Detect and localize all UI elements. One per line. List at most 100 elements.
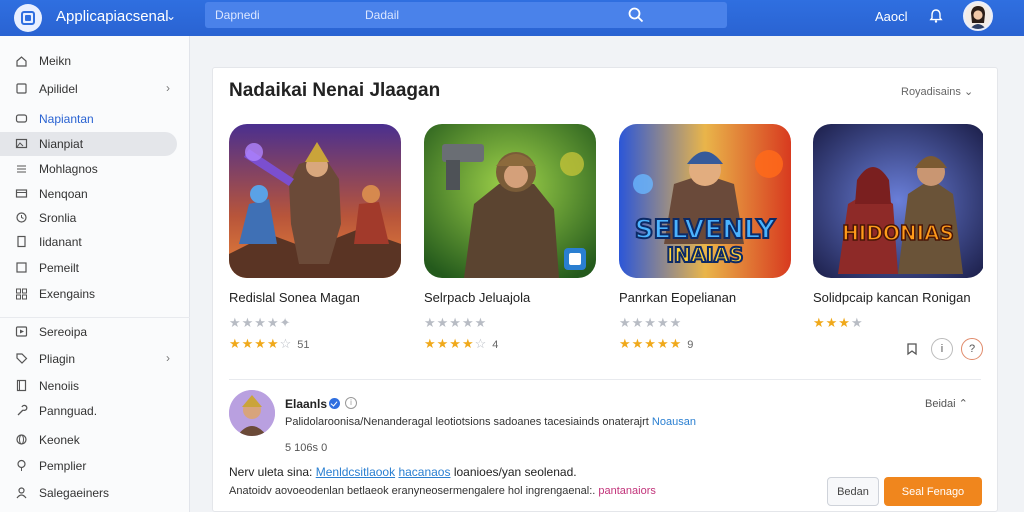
section-divider — [229, 379, 981, 380]
game-title[interactable]: Panrkan Eopelianan — [619, 290, 736, 305]
info-icon[interactable]: i — [345, 397, 357, 409]
chevron-down-icon: ⌄ — [963, 86, 974, 98]
sidebar-item[interactable]: Apilidel › — [0, 77, 190, 101]
secondary-button[interactable]: Bedan — [827, 477, 879, 506]
section-title: Nadaikai Nenai Jlaagan — [229, 80, 441, 101]
sidebar-item[interactable]: Nenqoan — [0, 182, 190, 206]
globe-icon — [16, 434, 27, 445]
chevron-right-icon[interactable]: › — [166, 81, 170, 95]
game-title[interactable]: Solidpcaip kancan Ronigan — [813, 290, 971, 305]
sidebar-item-label: Nenqoan — [39, 187, 88, 201]
search-input[interactable] — [365, 2, 665, 28]
sidebar-item-label: Pannguad. — [39, 404, 98, 418]
sidebar-item[interactable]: Pemplier — [0, 454, 190, 478]
footer-suffix: loanioes/yan seolenad. — [450, 465, 577, 479]
search-bar: Dapnedi — [205, 2, 727, 28]
footer-note-text: Anatoidv aovoeodenlan betlaeok eranyneos… — [229, 485, 599, 497]
search-icon[interactable] — [627, 6, 645, 24]
review-body: Palidolaroonisa/Nenanderagal leotiotsion… — [285, 416, 652, 428]
sidebar-item-label: Iidanant — [39, 235, 82, 249]
chevron-down-icon[interactable]: ⌄ — [166, 9, 176, 23]
footer-note: Anatoidv aovoeodenlan betlaeok eranyneos… — [229, 485, 656, 497]
pin-icon — [17, 459, 26, 471]
user-icon — [16, 487, 27, 499]
sidebar-item[interactable]: Nianpiat — [0, 132, 177, 156]
info-icon[interactable]: i — [931, 338, 953, 360]
sidebar-item-label: Napiantan — [39, 112, 94, 126]
rating-stars: ★★★★☆ 51 — [229, 336, 310, 351]
sidebar: Meikn Apilidel › Napiantan Nianpiat Mohlagnos… — [0, 36, 190, 512]
sidebar-item[interactable]: Pliagin › — [0, 347, 190, 371]
grid-icon — [16, 288, 27, 300]
footer-link[interactable]: Menldcsitlaook — [316, 465, 395, 479]
section-action-label: Royadisains — [901, 86, 961, 98]
sidebar-item[interactable]: Pannguad. — [0, 399, 190, 423]
sidebar-divider — [0, 317, 190, 318]
primary-button[interactable]: Seal Fenago — [884, 477, 982, 506]
notification-bell-icon[interactable] — [928, 8, 944, 24]
footer-note-link[interactable]: pantanaiors — [598, 485, 656, 497]
sidebar-item-label: Pliagin — [39, 352, 76, 366]
rating-count: 4 — [492, 339, 499, 351]
help-icon[interactable]: ? — [961, 338, 983, 360]
rating-stars: ★★★★☆ 4 — [424, 336, 499, 351]
sidebar-item-label: Salegaeiners — [39, 486, 110, 500]
game-card[interactable]: Selrpacb Jeluajola ★★★★★ ★★★★☆ 4 — [424, 124, 598, 351]
sidebar-item[interactable]: Keonek — [0, 428, 190, 452]
game-logo-badge: HIDONIAS — [842, 221, 954, 245]
sidebar-item-label: Nianpiat — [39, 137, 84, 151]
sidebar-item[interactable]: Sereoipa — [0, 320, 190, 344]
search-scope-label[interactable]: Dapnedi — [215, 8, 260, 22]
account-link[interactable]: Aaocl — [875, 9, 908, 24]
game-thumbnail[interactable] — [229, 124, 401, 278]
sidebar-item[interactable]: Pemeilt — [0, 256, 190, 280]
wrench-icon — [17, 404, 28, 416]
section-action-link[interactable]: Royadisains ⌄ — [901, 85, 973, 98]
game-logo-badge: INAIAS — [667, 243, 744, 267]
sidebar-item-label: Keonek — [39, 433, 80, 447]
reviewer-name[interactable]: Elaanls — [285, 397, 327, 411]
sidebar-item-label: Sronlia — [39, 211, 77, 225]
sidebar-item[interactable]: Mohlagnos — [0, 157, 190, 181]
rating-stars: ★★★★ — [813, 315, 864, 330]
square-icon — [16, 262, 27, 273]
sidebar-item[interactable]: Salegaeiners — [0, 481, 190, 505]
home-icon — [16, 56, 27, 67]
app-logo[interactable] — [14, 4, 42, 32]
reviewer-avatar[interactable] — [229, 390, 275, 436]
game-thumbnail[interactable]: SELVENLY INAIAS — [619, 124, 791, 278]
footer-line: Nerv uleta sina: Menldcsitlaook hacanaos… — [229, 465, 577, 479]
game-title[interactable]: Selrpacb Jeluajola — [424, 290, 530, 305]
review-toggle[interactable]: Beidai ⌃ — [925, 397, 968, 410]
chevron-right-icon[interactable]: › — [166, 351, 170, 365]
sidebar-item[interactable]: Iidanant — [0, 230, 190, 254]
sidebar-item[interactable]: Napiantan — [0, 107, 190, 131]
sidebar-item[interactable]: Sronlia — [0, 206, 190, 230]
review-meta: 5 106s 0 — [285, 442, 328, 454]
game-card[interactable]: Redislal Sonea Magan ★★★★✦ ★★★★☆ 51 — [229, 124, 403, 351]
rating-count: 9 — [687, 339, 694, 351]
tag-icon — [16, 353, 28, 364]
game-thumbnail[interactable] — [424, 124, 596, 278]
bookmark-icon[interactable] — [901, 338, 923, 360]
sidebar-item[interactable]: Meikn — [0, 49, 190, 73]
review-link[interactable]: Noausan — [652, 416, 696, 428]
image-icon — [15, 138, 28, 149]
game-thumbnail[interactable]: HIDONIAS — [813, 124, 985, 278]
chat-icon — [15, 114, 28, 123]
sidebar-item-label: Nenoiis — [39, 379, 80, 393]
verified-badge-icon — [329, 398, 340, 409]
app-title[interactable]: Applicapiacsenal — [56, 8, 169, 25]
sidebar-item-label: Meikn — [39, 54, 72, 68]
document-icon — [17, 235, 26, 248]
rating-count: 51 — [297, 339, 310, 351]
game-title[interactable]: Redislal Sonea Magan — [229, 290, 360, 305]
game-card[interactable]: HIDONIAS Solidpcaip kancan Ronigan ★★★★ — [813, 124, 987, 330]
sidebar-item[interactable]: Exengains — [0, 282, 190, 306]
footer-link[interactable]: hacanaos — [398, 465, 450, 479]
clock-icon — [16, 212, 27, 223]
user-avatar[interactable] — [963, 1, 993, 31]
game-card[interactable]: SELVENLY INAIAS Panrkan Eopelianan ★★★★★… — [619, 124, 793, 351]
rating-stars-secondary: ★★★★★ — [619, 315, 683, 330]
sidebar-item[interactable]: Nenoiis — [0, 374, 190, 398]
